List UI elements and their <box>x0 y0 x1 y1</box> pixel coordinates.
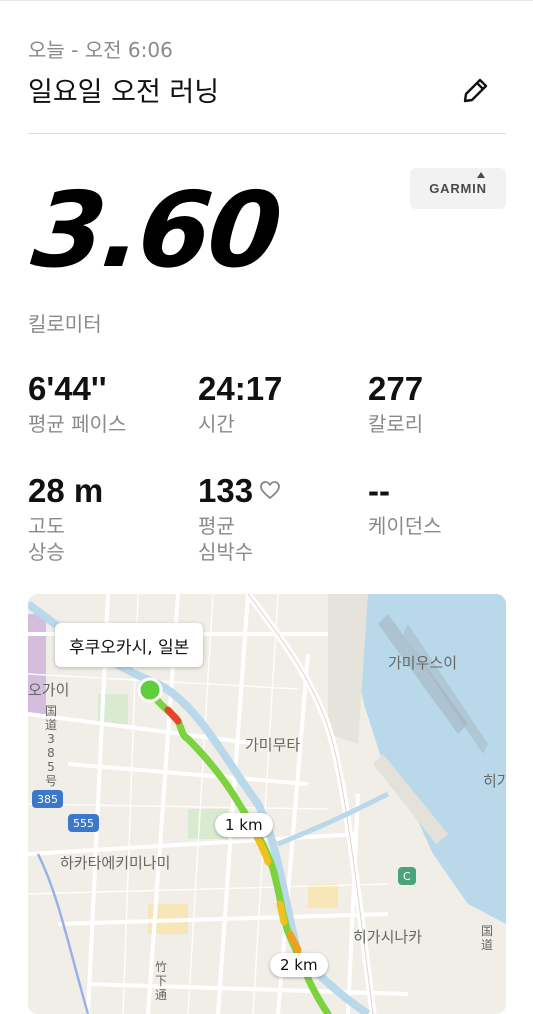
place-label-okai: 오가이 <box>28 681 70 699</box>
route-map[interactable]: 후쿠오카시, 일본 가미우스이 가미무타 하카타에키미나미 히가시나카 히가 오… <box>28 594 506 1014</box>
stat-heart-rate: 133 평균 심박수 <box>198 474 281 565</box>
time-label: 시간 <box>198 412 235 436</box>
elevation-value: 28 m <box>28 472 104 509</box>
stat-elevation: 28 m 고도 상승 <box>28 474 103 565</box>
cadence-value: -- <box>368 472 390 509</box>
heart-rate-value-row: 133 <box>198 474 281 507</box>
road-label-takeshita: 竹下通 <box>154 960 167 1002</box>
garmin-badge: GARMIN <box>410 168 506 209</box>
calories-value: 277 <box>368 370 424 407</box>
elevation-label: 고도 상승 <box>28 514 65 564</box>
km-marker-2: 2 km <box>270 953 328 977</box>
stat-time: 24:17 시간 <box>198 372 282 437</box>
pencil-icon <box>463 78 488 103</box>
road-label-kokudo385: 国道385号 <box>44 704 57 788</box>
top-border <box>0 0 533 1</box>
garmin-logo: GARMIN <box>429 172 487 196</box>
distance-unit: 킬로미터 <box>28 312 102 336</box>
header-divider <box>28 133 506 134</box>
stat-calories: 277 칼로리 <box>368 372 423 437</box>
place-label-higashinaka: 히가시나카 <box>353 928 423 946</box>
activity-date: 오늘 - 오전 6:06 <box>28 38 173 62</box>
route-shield-385: 385 <box>32 790 63 808</box>
calories-label: 칼로리 <box>368 412 424 436</box>
route-shield-555: 555 <box>68 814 99 832</box>
activity-title[interactable]: 일요일 오전 러닝 <box>28 70 219 109</box>
km-marker-1: 1 km <box>215 813 273 837</box>
heart-rate-value: 133 <box>198 472 254 509</box>
place-label-higa: 히가 <box>483 772 506 790</box>
route-shield-c: C <box>398 867 416 885</box>
place-label-hakata-ekiminami: 하카타에키미나미 <box>60 854 171 872</box>
stat-pace: 6'44'' 평균 페이스 <box>28 372 126 437</box>
road-label-kokudo: 国道 <box>480 924 493 952</box>
place-label-gamimuta: 가미무타 <box>245 736 301 754</box>
pace-value: 6'44'' <box>28 370 107 407</box>
heart-rate-label: 평균 심박수 <box>198 514 254 564</box>
cadence-label: 케이던스 <box>368 514 442 538</box>
stat-cadence: -- 케이던스 <box>368 474 442 539</box>
edit-button[interactable] <box>456 70 496 110</box>
place-label-gamiusui: 가미우스이 <box>388 654 458 672</box>
distance-value: 3.60 <box>27 169 285 291</box>
pace-label: 평균 페이스 <box>28 412 127 436</box>
location-tooltip: 후쿠오카시, 일본 <box>55 623 204 667</box>
heart-icon[interactable] <box>259 480 281 500</box>
time-value: 24:17 <box>198 370 283 407</box>
